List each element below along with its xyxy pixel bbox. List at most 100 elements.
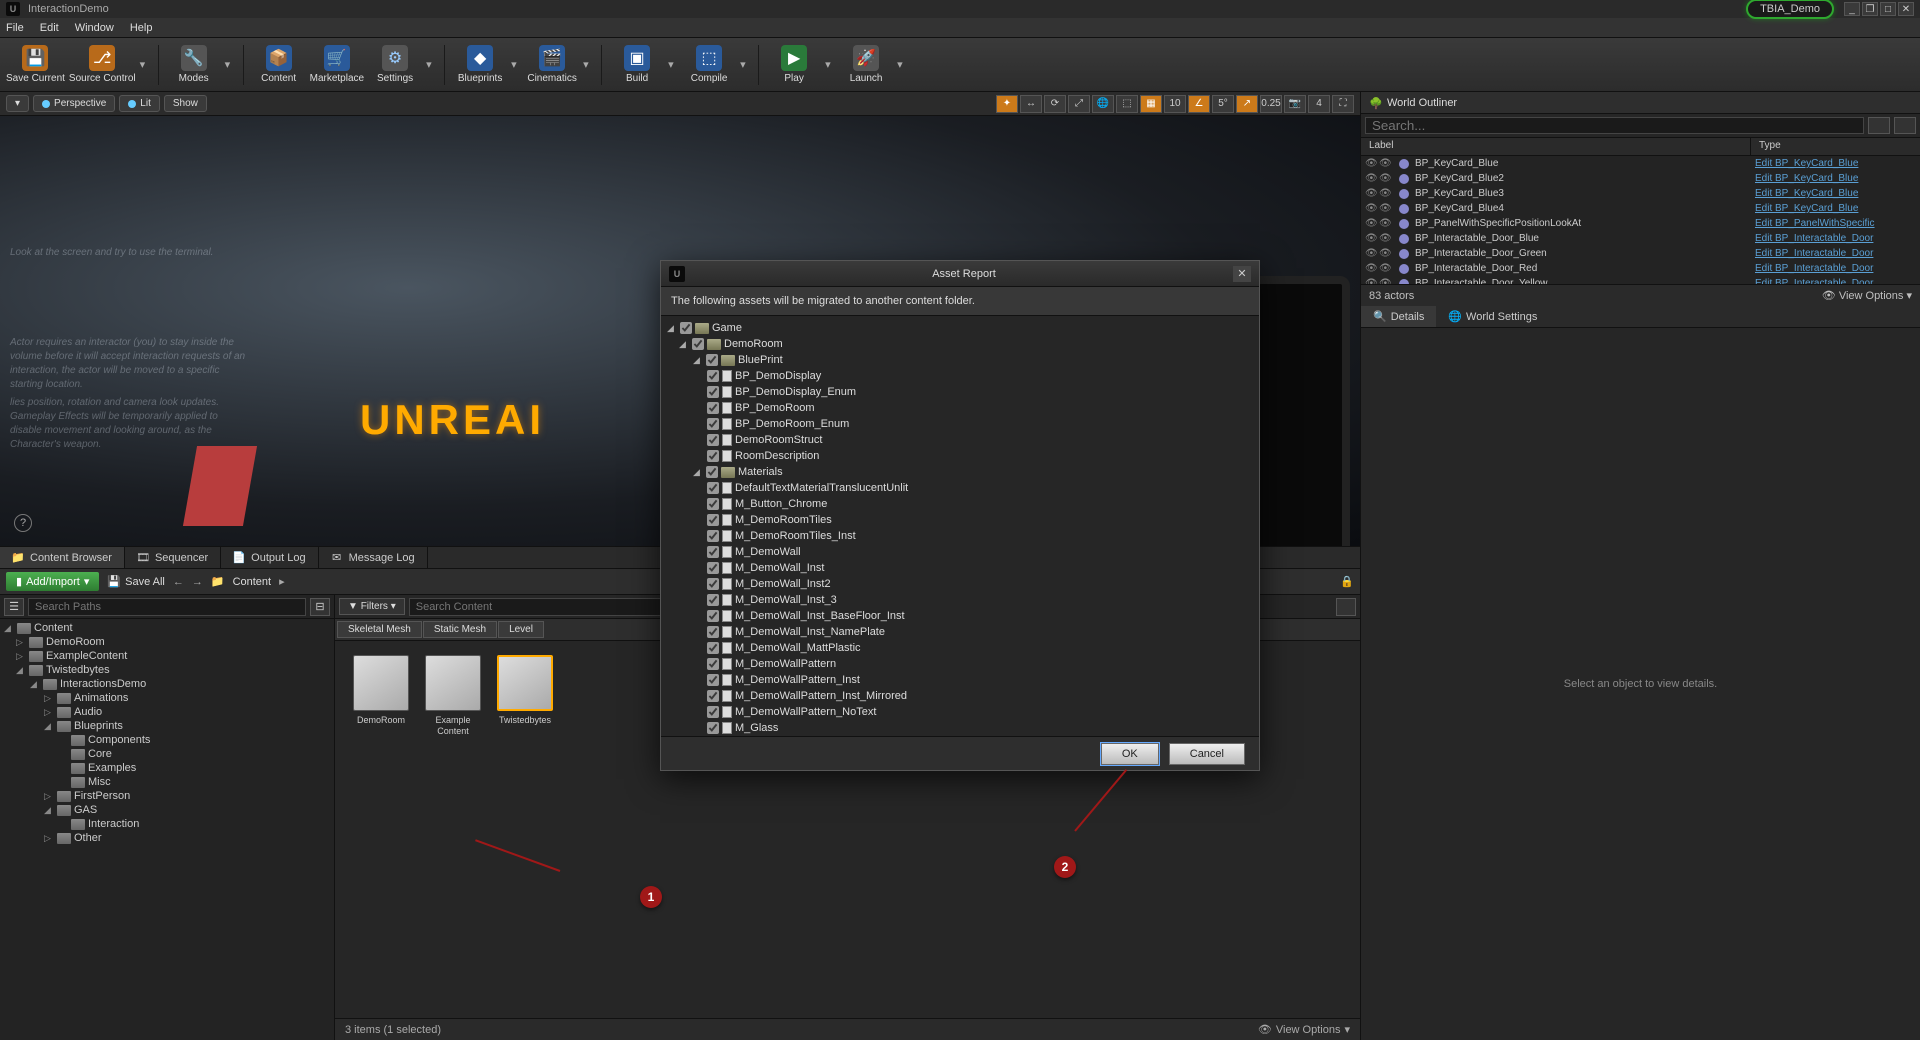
tree-item[interactable]: Misc xyxy=(0,775,334,789)
close-icon[interactable]: ✕ xyxy=(1233,266,1251,282)
tree-item[interactable]: BP_DemoRoom xyxy=(665,400,1255,416)
tree-item[interactable]: M_DemoWallPattern_Inst_Mirrored xyxy=(665,688,1255,704)
lit-button[interactable]: Lit xyxy=(119,95,160,112)
dropdown-icon[interactable]: ▾ xyxy=(668,58,678,71)
outliner-row[interactable]: 👁👁BP_KeyCard_BlueEdit BP_KeyCard_Blue xyxy=(1361,156,1920,171)
tree-item[interactable]: M_DemoWall_Inst_BaseFloor_Inst xyxy=(665,608,1255,624)
tree-item[interactable]: ◢Materials xyxy=(665,464,1255,480)
rotation-snap-value[interactable]: 5° xyxy=(1212,95,1234,113)
dropdown-icon[interactable]: ▾ xyxy=(225,58,235,71)
tree-item[interactable]: ◢Blueprints xyxy=(0,719,334,733)
tree-item[interactable]: M_Button_Chrome xyxy=(665,496,1255,512)
column-label[interactable]: Label xyxy=(1361,138,1751,155)
search-icon[interactable] xyxy=(1868,117,1890,134)
tree-item[interactable]: M_DemoWall_Inst_3 xyxy=(665,592,1255,608)
tree-checkbox[interactable] xyxy=(707,594,719,606)
dropdown-icon[interactable]: ▾ xyxy=(140,58,150,71)
eye-icon[interactable]: 👁 xyxy=(1365,188,1379,199)
tree-item[interactable]: ◢GAS xyxy=(0,803,334,817)
tree-checkbox[interactable] xyxy=(707,482,719,494)
tree-checkbox[interactable] xyxy=(680,322,692,334)
source-control-button[interactable]: ⎇Source Control xyxy=(69,40,136,90)
tree-item[interactable]: M_DemoWall xyxy=(665,544,1255,560)
tree-item[interactable]: M_DemoWallPattern_Inst xyxy=(665,672,1255,688)
filters-button[interactable]: ▼ Filters ▾ xyxy=(339,598,405,615)
breadcrumb[interactable]: Content xyxy=(233,576,272,588)
tree-item[interactable]: DefaultTextMaterialTranslucentUnlit xyxy=(665,480,1255,496)
tree-item[interactable]: Core xyxy=(0,747,334,761)
tree-item[interactable]: M_DemoRoomTiles_Inst xyxy=(665,528,1255,544)
tab-sequencer[interactable]: 🎞Sequencer xyxy=(125,547,221,568)
build-button[interactable]: ▣Build xyxy=(610,40,664,90)
actor-type-link[interactable]: Edit BP_KeyCard_Blue xyxy=(1755,188,1858,199)
tree-checkbox[interactable] xyxy=(706,354,718,366)
minimize-button[interactable]: _ xyxy=(1844,2,1860,16)
blueprints-button[interactable]: ◆Blueprints xyxy=(453,40,507,90)
eye-icon[interactable]: 👁 xyxy=(1379,158,1393,169)
menu-file[interactable]: File xyxy=(6,22,24,34)
nav-back-icon[interactable]: ← xyxy=(173,576,184,588)
actor-type-link[interactable]: Edit BP_PanelWithSpecific xyxy=(1755,218,1875,229)
tab-output-log[interactable]: 📄Output Log xyxy=(221,547,318,568)
tree-checkbox[interactable] xyxy=(707,642,719,654)
tree-checkbox[interactable] xyxy=(707,722,719,734)
view-options-button[interactable]: 👁 View Options ▾ xyxy=(1258,1023,1350,1036)
eye-icon[interactable]: 👁 xyxy=(1365,158,1379,169)
eye-icon[interactable]: 👁 xyxy=(1379,248,1393,259)
sources-toggle-icon[interactable]: ☰ xyxy=(4,598,24,616)
grid-snap-value[interactable]: 10 xyxy=(1164,95,1186,113)
tree-checkbox[interactable] xyxy=(692,338,704,350)
outliner-search-input[interactable] xyxy=(1365,117,1864,134)
tree-item[interactable]: ▷Animations xyxy=(0,691,334,705)
tree-item[interactable]: M_DemoWall_Inst2 xyxy=(665,576,1255,592)
tree-checkbox[interactable] xyxy=(707,514,719,526)
outliner-row[interactable]: 👁👁BP_Interactable_Door_RedEdit BP_Intera… xyxy=(1361,261,1920,276)
viewport-options[interactable]: ▾ xyxy=(6,95,29,112)
column-type[interactable]: Type xyxy=(1751,138,1789,155)
outliner-row[interactable]: 👁👁BP_KeyCard_Blue4Edit BP_KeyCard_Blue xyxy=(1361,201,1920,216)
asset-folder[interactable]: DemoRoom xyxy=(349,655,413,737)
tree-checkbox[interactable] xyxy=(707,546,719,558)
tree-checkbox[interactable] xyxy=(707,402,719,414)
tree-checkbox[interactable] xyxy=(707,578,719,590)
actor-type-link[interactable]: Edit BP_KeyCard_Blue xyxy=(1755,158,1858,169)
rotation-snap-icon[interactable]: ∠ xyxy=(1188,95,1210,113)
actor-type-link[interactable]: Edit BP_Interactable_Door xyxy=(1755,248,1873,259)
eye-icon[interactable]: 👁 xyxy=(1379,233,1393,244)
tree-checkbox[interactable] xyxy=(707,530,719,542)
filter-chip[interactable]: Static Mesh xyxy=(423,621,497,638)
actor-type-link[interactable]: Edit BP_Interactable_Door xyxy=(1755,233,1873,244)
tree-item[interactable]: M_DemoWallPattern xyxy=(665,656,1255,672)
tree-item[interactable]: BP_DemoDisplay_Enum xyxy=(665,384,1255,400)
tab-world-settings[interactable]: 🌐 World Settings xyxy=(1436,306,1549,327)
tree-item[interactable]: BP_DemoRoom_Enum xyxy=(665,416,1255,432)
outliner-row[interactable]: 👁👁BP_KeyCard_Blue2Edit BP_KeyCard_Blue xyxy=(1361,171,1920,186)
filter-chip[interactable]: Skeletal Mesh xyxy=(337,621,422,638)
tree-item[interactable]: ◢Twistedbytes xyxy=(0,663,334,677)
tree-checkbox[interactable] xyxy=(707,434,719,446)
tree-checkbox[interactable] xyxy=(707,386,719,398)
menu-window[interactable]: Window xyxy=(75,22,114,34)
eye-icon[interactable]: 👁 xyxy=(1379,188,1393,199)
tree-root[interactable]: ◢Content xyxy=(0,621,334,635)
launch-button[interactable]: 🚀Launch xyxy=(839,40,893,90)
eye-icon[interactable]: 👁 xyxy=(1379,203,1393,214)
perspective-button[interactable]: Perspective xyxy=(33,95,115,112)
collapse-tree-icon[interactable]: ⊟ xyxy=(310,598,330,616)
tree-checkbox[interactable] xyxy=(707,626,719,638)
tree-item[interactable]: M_DemoWall_Inst xyxy=(665,560,1255,576)
chevron-right-icon[interactable]: ▸ xyxy=(279,575,285,588)
transform-select-icon[interactable]: ✦ xyxy=(996,95,1018,113)
eye-icon[interactable]: 👁 xyxy=(1365,173,1379,184)
cinematics-button[interactable]: 🎬Cinematics xyxy=(525,40,579,90)
tree-item[interactable]: ◢BluePrint xyxy=(665,352,1255,368)
tab-message-log[interactable]: ✉Message Log xyxy=(319,547,428,568)
tree-checkbox[interactable] xyxy=(706,466,718,478)
tree-checkbox[interactable] xyxy=(707,418,719,430)
tree-item[interactable]: Interaction xyxy=(0,817,334,831)
surface-snap-icon[interactable]: ⬚ xyxy=(1116,95,1138,113)
tree-item[interactable]: BP_DemoDisplay xyxy=(665,368,1255,384)
camera-speed-icon[interactable]: 📷 xyxy=(1284,95,1306,113)
add-import-button[interactable]: ▮ Add/Import ▾ xyxy=(6,572,99,591)
actor-type-link[interactable]: Edit BP_KeyCard_Blue xyxy=(1755,203,1858,214)
